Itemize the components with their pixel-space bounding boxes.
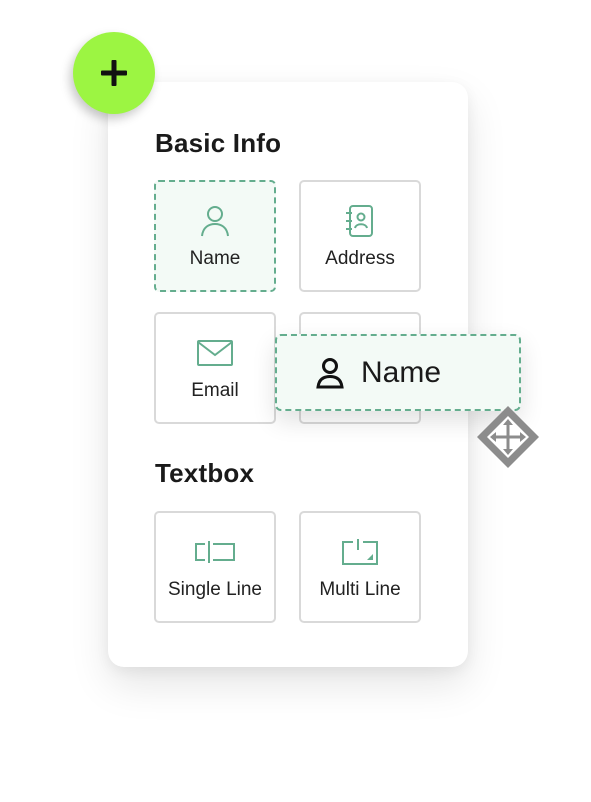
field-card-name[interactable]: Name: [154, 180, 276, 292]
multi-line-icon: [341, 535, 379, 569]
field-card-label: Address: [325, 248, 395, 269]
field-card-single-line[interactable]: Single Line: [154, 511, 276, 623]
field-card-label: Name: [189, 248, 241, 269]
field-card-multi-line[interactable]: Multi Line: [299, 511, 421, 623]
field-card-address[interactable]: Address: [299, 180, 421, 292]
person-icon: [200, 204, 230, 238]
plus-icon: [101, 60, 127, 86]
single-line-icon: [193, 535, 237, 569]
field-card-label: Single Line: [167, 579, 263, 600]
form-builder-stage: Basic Info Name Address Email Textbox Si…: [0, 0, 591, 802]
field-card-label: Multi Line: [319, 579, 401, 600]
field-card-email[interactable]: Email: [154, 312, 276, 424]
envelope-icon: [196, 336, 234, 370]
move-handle-icon[interactable]: [475, 404, 541, 470]
section-title-basic-info: Basic Info: [155, 128, 282, 158]
field-card-label: Email: [191, 380, 239, 401]
add-field-button[interactable]: [73, 32, 155, 114]
section-title-textbox: Textbox: [155, 458, 255, 488]
address-book-icon: [344, 204, 376, 238]
person-icon: [315, 357, 345, 389]
dragged-field-label: Name: [361, 355, 442, 389]
dragged-field-chip[interactable]: Name: [275, 334, 521, 411]
